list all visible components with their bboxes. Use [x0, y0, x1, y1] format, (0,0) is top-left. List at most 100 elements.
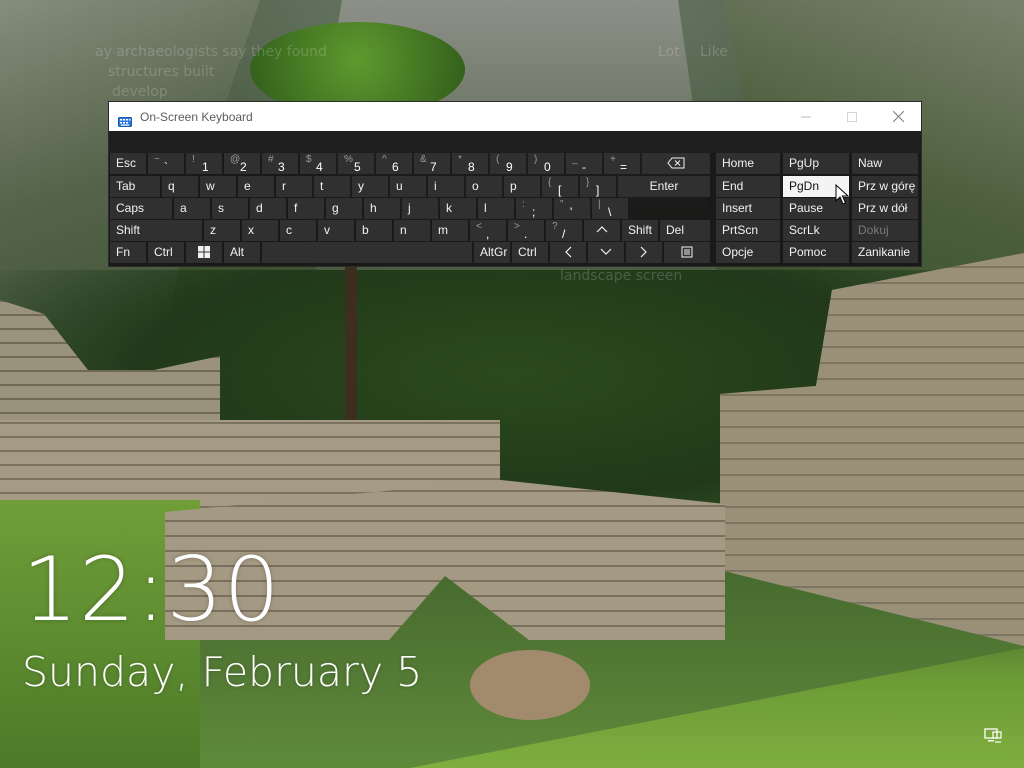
key-a[interactable]: a [174, 198, 210, 219]
network-icon[interactable] [984, 728, 1002, 744]
windows-icon [198, 246, 210, 258]
key-`[interactable]: ~ ` [148, 153, 184, 174]
key-5[interactable]: % 5 [338, 153, 374, 174]
key-prz-w-górę[interactable]: Prz w górę [852, 176, 918, 197]
key-z[interactable]: z [204, 220, 240, 241]
key-c[interactable]: c [280, 220, 316, 241]
key-j[interactable]: j [402, 198, 438, 219]
key-[[interactable]: {[ [542, 176, 578, 197]
key-windows[interactable] [186, 242, 222, 263]
key-opcje[interactable]: Opcje [716, 242, 780, 263]
key-6[interactable]: ^ 6 [376, 153, 412, 174]
key-s[interactable]: s [212, 198, 248, 219]
key-shift[interactable]: Shift [110, 220, 202, 241]
key-f[interactable]: f [288, 198, 324, 219]
key-enter[interactable]: Enter [618, 176, 710, 197]
key-7[interactable]: & 7 [414, 153, 450, 174]
key-del[interactable]: Del [660, 220, 710, 241]
key-p[interactable]: p [504, 176, 540, 197]
key-base-symbol: ] [596, 183, 600, 197]
key-b[interactable]: b [356, 220, 392, 241]
key-ctrl[interactable]: Ctrl [148, 242, 184, 263]
key-/[interactable]: ? / [546, 220, 582, 241]
key-shift-symbol: : [522, 199, 525, 210]
key-caps[interactable]: Caps [110, 198, 172, 219]
key-y[interactable]: y [352, 176, 388, 197]
key-insert[interactable]: Insert [716, 198, 780, 219]
key-pgup[interactable]: PgUp [783, 153, 849, 174]
key-left[interactable] [550, 242, 586, 263]
key-base-symbol: 5 [354, 160, 361, 174]
title-bar[interactable]: On-Screen Keyboard [109, 102, 921, 131]
key-right[interactable] [626, 242, 662, 263]
key-t[interactable]: t [314, 176, 350, 197]
faint-text: Lot [658, 44, 680, 60]
key-w[interactable]: w [200, 176, 236, 197]
key-g[interactable]: g [326, 198, 362, 219]
key-home[interactable]: Home [716, 153, 780, 174]
key-space[interactable] [262, 242, 472, 263]
key-\[interactable]: | \ [592, 198, 628, 219]
key-shift-symbol: + [610, 154, 616, 165]
key-9[interactable]: (9 [490, 153, 526, 174]
key-shift-symbol: " [560, 199, 564, 210]
key-=[interactable]: + = [604, 153, 640, 174]
key-base-symbol: 7 [430, 160, 437, 174]
maximize-button[interactable] [829, 102, 875, 131]
key-e[interactable]: e [238, 176, 274, 197]
key-prz-w-dół[interactable]: Prz w dół [852, 198, 918, 219]
key-8[interactable]: * 8 [452, 153, 488, 174]
key-.[interactable]: >. [508, 220, 544, 241]
key-prtscn[interactable]: PrtScn [716, 220, 780, 241]
key-h[interactable]: h [364, 198, 400, 219]
key-v[interactable]: v [318, 220, 354, 241]
key-fn[interactable]: Fn [110, 242, 146, 263]
key-tab[interactable]: Tab [110, 176, 160, 197]
key-2[interactable]: @2 [224, 153, 260, 174]
key-base-symbol: . [524, 227, 528, 241]
key-d[interactable]: d [250, 198, 286, 219]
key-base-symbol: 3 [278, 160, 285, 174]
key-n[interactable]: n [394, 220, 430, 241]
mouse-cursor-icon [835, 184, 850, 205]
key-i[interactable]: i [428, 176, 464, 197]
key-x[interactable]: x [242, 220, 278, 241]
key-alt[interactable]: Alt [224, 242, 260, 263]
key-esc[interactable]: Esc [110, 153, 146, 174]
key-o[interactable]: o [466, 176, 502, 197]
key-ctrl[interactable]: Ctrl [512, 242, 548, 263]
key-l[interactable]: l [478, 198, 514, 219]
key-up[interactable] [584, 220, 620, 241]
key-menu[interactable] [664, 242, 710, 263]
key-0[interactable]: ) 0 [528, 153, 564, 174]
faint-text: landscape screen [560, 268, 683, 284]
faint-text: structures built [108, 64, 215, 80]
key-4[interactable]: $4 [300, 153, 336, 174]
key-shift-symbol: ^ [382, 154, 387, 165]
key-shift[interactable]: Shift [622, 220, 658, 241]
keyboard-icon [118, 112, 132, 127]
key-zanikanie[interactable]: Zanikanie [852, 242, 918, 263]
key-3[interactable]: #3 [262, 153, 298, 174]
key-;[interactable]: :; [516, 198, 552, 219]
key-m[interactable]: m [432, 220, 468, 241]
key-down[interactable] [588, 242, 624, 263]
key-r[interactable]: r [276, 176, 312, 197]
key-,[interactable]: <, [470, 220, 506, 241]
key-u[interactable]: u [390, 176, 426, 197]
key-][interactable]: }] [580, 176, 616, 197]
close-button[interactable] [875, 102, 921, 131]
key-base-symbol: / [562, 227, 566, 241]
key-backspace[interactable] [642, 153, 710, 174]
key-scrlk[interactable]: ScrLk [783, 220, 849, 241]
key-naw[interactable]: Naw [852, 153, 918, 174]
key-pomoc[interactable]: Pomoc [783, 242, 849, 263]
key-end[interactable]: End [716, 176, 780, 197]
key-altgr[interactable]: AltGr [474, 242, 510, 263]
key-1[interactable]: ! 1 [186, 153, 222, 174]
key-'[interactable]: " ' [554, 198, 590, 219]
key-k[interactable]: k [440, 198, 476, 219]
minimize-button[interactable] [783, 102, 829, 131]
key--[interactable]: _ - [566, 153, 602, 174]
key-q[interactable]: q [162, 176, 198, 197]
